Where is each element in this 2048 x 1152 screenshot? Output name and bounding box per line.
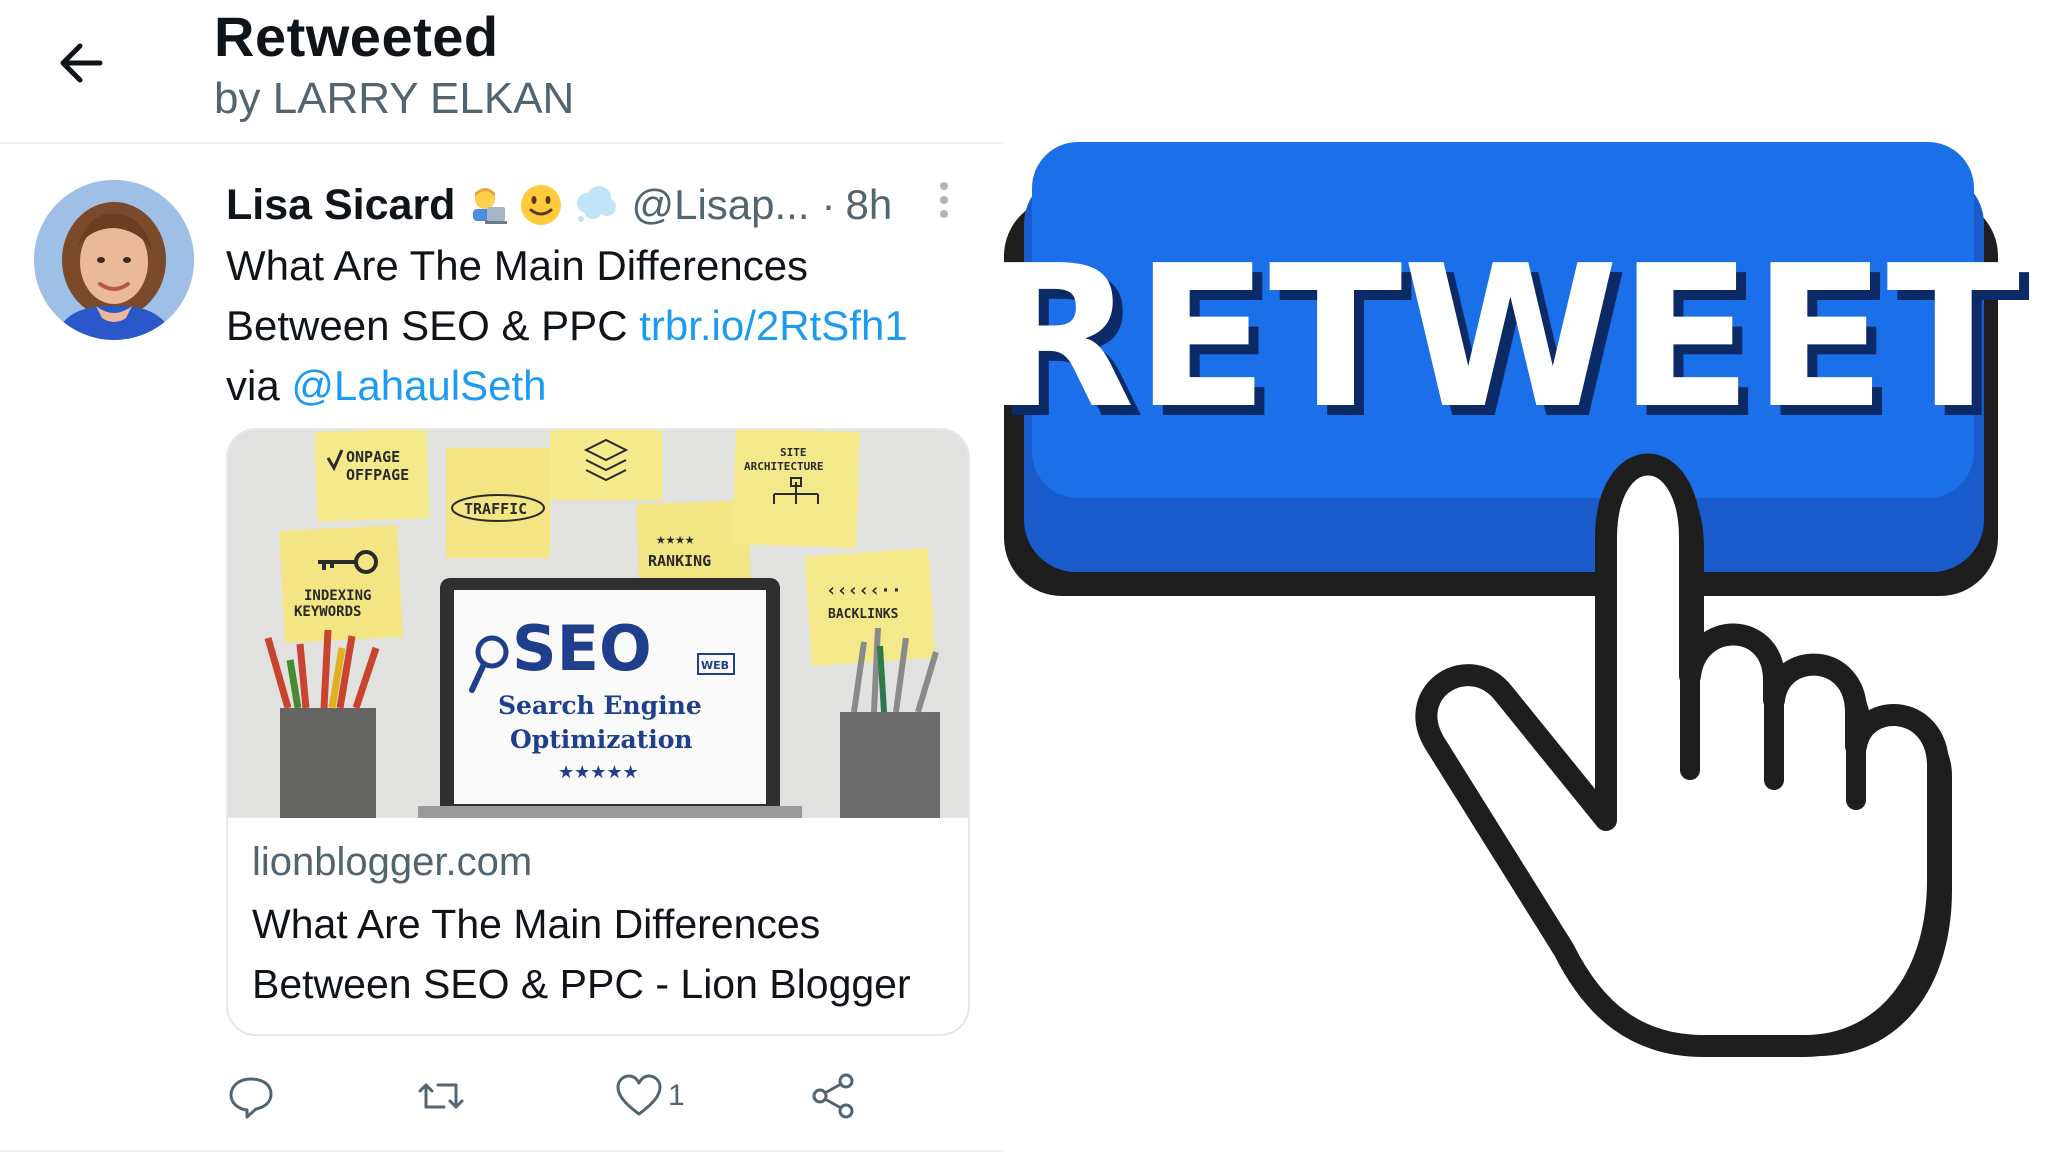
back-arrow-icon <box>60 43 103 83</box>
smiley-face-icon <box>519 183 563 227</box>
card-image: ONPAGE OFFPAGE TRAFFIC ★★★★ RANKING SITE… <box>228 430 968 818</box>
note-site: SITE <box>780 446 807 459</box>
note-backlinks-arrows: ‹‹‹‹‹·· <box>826 580 902 601</box>
author-name[interactable]: Lisa Sicard <box>226 181 455 230</box>
screen-stars: ★★★★★ <box>558 762 639 783</box>
note-traffic: TRAFFIC <box>464 500 527 518</box>
screen-seo: SEO <box>512 612 652 685</box>
note-offpage: OFFPAGE <box>346 466 409 484</box>
retweet-button[interactable] <box>416 1066 466 1126</box>
heart-icon <box>616 1074 662 1116</box>
retweeted-by: by LARRY ELKAN <box>214 74 575 123</box>
card-domain: lionblogger.com <box>252 840 533 884</box>
retweet-button-illustration: RETWEET RETWEET <box>1004 142 2030 1057</box>
note-backlinks: BACKLINKS <box>828 607 899 622</box>
thought-balloon-icon <box>573 183 617 227</box>
screen-optimization: Optimization <box>510 725 693 754</box>
note-ranking-stars: ★★★★ <box>656 529 695 548</box>
tweet-actions: 1 <box>226 1066 926 1126</box>
more-options-button[interactable] <box>932 178 956 222</box>
page-title: Retweeted <box>214 5 499 68</box>
more-dots-icon <box>940 182 948 218</box>
reply-button[interactable] <box>226 1066 276 1126</box>
screen-search-engine: Search Engine <box>498 691 702 720</box>
tweet-text-part2: via <box>226 362 292 409</box>
note-keywords: KEYWORDS <box>294 604 361 620</box>
screen-web: WEB <box>701 659 729 672</box>
note-ranking: RANKING <box>648 552 711 570</box>
woman-technologist-icon <box>465 183 509 227</box>
avatar[interactable] <box>34 180 194 340</box>
seo-sticky-notes-image: ONPAGE OFFPAGE TRAFFIC ★★★★ RANKING SITE… <box>228 430 968 818</box>
tweet-text: What Are The Main Differences Between SE… <box>226 236 966 416</box>
page-header: Retweeted by LARRY ELKAN <box>0 0 1004 144</box>
tweet-panel: Retweeted by LARRY ELKAN Lisa Sicard @Li… <box>0 0 1004 1152</box>
tweet-link[interactable]: trbr.io/2RtSfh1 <box>639 302 907 349</box>
note-onpage: ONPAGE <box>346 448 400 466</box>
tweet-author-row: Lisa Sicard @Lisap... · 8h <box>226 178 892 232</box>
retweet-label: RETWEET <box>1004 224 2020 452</box>
retweet-icon <box>418 1083 464 1109</box>
reply-icon <box>229 1077 273 1119</box>
tweet-time[interactable]: 8h <box>846 181 893 229</box>
link-card[interactable]: ONPAGE OFFPAGE TRAFFIC ★★★★ RANKING SITE… <box>226 428 970 1036</box>
author-handle[interactable]: @Lisap... <box>631 181 809 229</box>
like-button[interactable]: 1 <box>614 1066 685 1126</box>
share-button[interactable] <box>808 1066 858 1126</box>
avatar-photo <box>34 180 194 340</box>
card-title: What Are The Main Differences Between SE… <box>252 901 911 1007</box>
note-indexing: INDEXING <box>304 588 371 604</box>
mention-link[interactable]: @LahaulSeth <box>291 362 546 409</box>
note-architecture: ARCHITECTURE <box>744 460 823 473</box>
separator-dot: · <box>821 181 836 228</box>
retweet-graphic: RETWEET RETWEET <box>1004 0 2048 1152</box>
back-button[interactable] <box>50 30 116 96</box>
like-count: 1 <box>668 1079 685 1112</box>
share-icon <box>812 1073 854 1119</box>
